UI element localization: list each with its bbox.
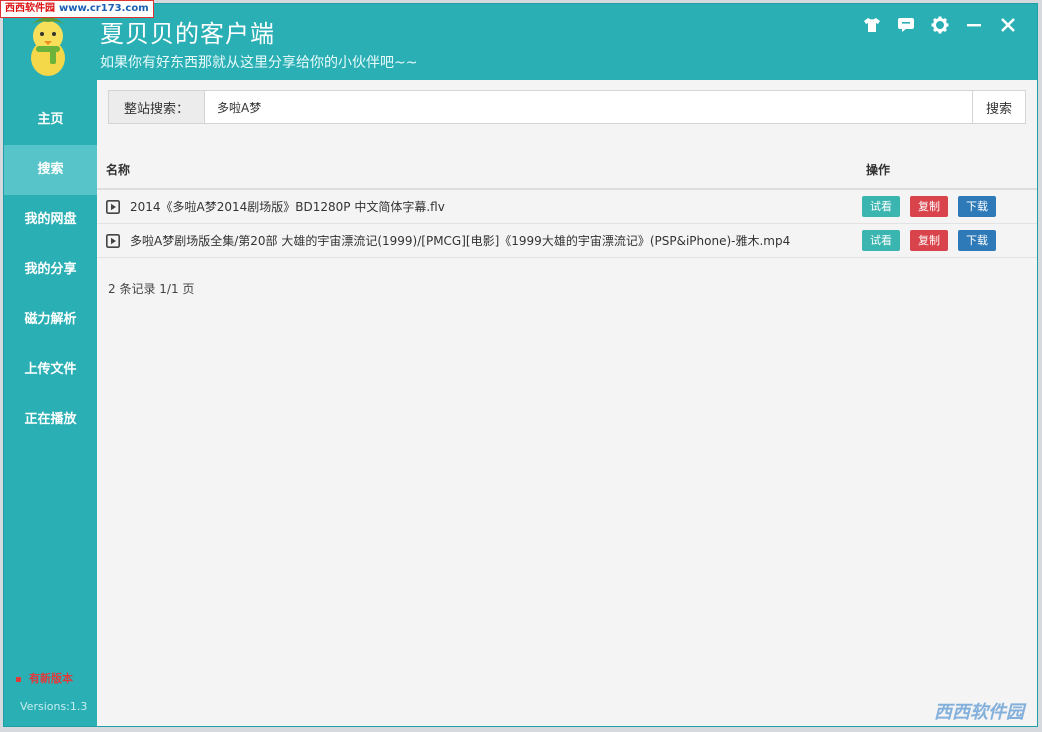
window-controls	[861, 14, 1019, 36]
new-version-label: 有新版本	[29, 672, 73, 685]
main-content: 整站搜索： 搜索 名称 操作 2014《多啦A梦2014剧场版》BD1280P …	[97, 80, 1037, 726]
sidebar-item-home[interactable]: 主页	[4, 95, 97, 145]
sidebar-item-now-playing[interactable]: 正在播放	[4, 395, 97, 445]
column-header-ops: 操作	[866, 162, 891, 177]
sidebar-item-upload[interactable]: 上传文件	[4, 345, 97, 395]
title-bar: 夏贝贝的客户端 如果你有好东西那就从这里分享给你的小伙伴吧~~	[4, 4, 1037, 80]
duck-logo-icon	[30, 17, 66, 76]
file-name: 多啦A梦剧场版全集/第20部 大雄的宇宙漂流记(1999)/[PMCG][电影]…	[130, 234, 791, 248]
copy-button[interactable]: 复制	[910, 230, 948, 251]
app-title: 夏贝贝的客户端	[100, 20, 275, 48]
play-icon	[106, 233, 120, 248]
play-icon	[106, 199, 120, 214]
feedback-icon[interactable]	[895, 14, 917, 36]
row-actions: 试看 复制 下载	[855, 196, 996, 217]
file-name-cell: 多啦A梦剧场版全集/第20部 大雄的宇宙漂流记(1999)/[PMCG][电影]…	[97, 232, 855, 249]
search-bar: 整站搜索： 搜索	[108, 90, 1026, 124]
sidebar-item-my-share[interactable]: 我的分享	[4, 245, 97, 295]
sidebar-item-search[interactable]: 搜索	[4, 145, 97, 195]
version-label: Versions:1.3	[20, 700, 88, 713]
search-input[interactable]	[205, 91, 972, 123]
row-actions: 试看 复制 下载	[855, 230, 996, 251]
new-version-link[interactable]: 有新版本	[16, 670, 73, 686]
tshirt-icon[interactable]	[861, 14, 883, 36]
sidebar: 主页 搜索 我的网盘 我的分享 磁力解析 上传文件 正在播放 有新版本 Vers…	[4, 80, 97, 726]
column-header-name: 名称	[106, 162, 131, 177]
download-button[interactable]: 下载	[958, 196, 996, 217]
watermark-url: www.cr173.com	[59, 3, 149, 14]
app-window: 夏贝贝的客户端 如果你有好东西那就从这里分享给你的小伙伴吧~~ 主页 搜索 我的	[3, 3, 1038, 727]
preview-button[interactable]: 试看	[862, 196, 900, 217]
preview-button[interactable]: 试看	[862, 230, 900, 251]
table-row: 多啦A梦剧场版全集/第20部 大雄的宇宙漂流记(1999)/[PMCG][电影]…	[97, 224, 1037, 258]
watermark-top: 西西软件园 www.cr173.com	[0, 0, 154, 18]
sidebar-item-magnet-parse[interactable]: 磁力解析	[4, 295, 97, 345]
watermark-site-name: 西西软件园	[5, 3, 55, 14]
table-header: 名称 操作	[97, 150, 1037, 190]
pagination-info: 2 条记录 1/1 页	[108, 282, 195, 296]
copy-button[interactable]: 复制	[910, 196, 948, 217]
close-icon[interactable]	[997, 14, 1019, 36]
app-subtitle: 如果你有好东西那就从这里分享给你的小伙伴吧~~	[100, 55, 418, 71]
bullet-icon	[16, 676, 21, 682]
table-row: 2014《多啦A梦2014剧场版》BD1280P 中文简体字幕.flv 试看 复…	[97, 190, 1037, 224]
sidebar-item-my-disk[interactable]: 我的网盘	[4, 195, 97, 245]
file-name-cell: 2014《多啦A梦2014剧场版》BD1280P 中文简体字幕.flv	[97, 198, 855, 215]
sidebar-nav: 主页 搜索 我的网盘 我的分享 磁力解析 上传文件 正在播放	[4, 80, 97, 445]
file-name: 2014《多啦A梦2014剧场版》BD1280P 中文简体字幕.flv	[130, 200, 445, 214]
results-table: 名称 操作 2014《多啦A梦2014剧场版》BD1280P 中文简体字幕.fl…	[97, 150, 1037, 258]
search-label: 整站搜索：	[109, 91, 205, 123]
download-button[interactable]: 下载	[958, 230, 996, 251]
search-button[interactable]: 搜索	[972, 91, 1025, 123]
gear-icon[interactable]	[929, 14, 951, 36]
minimize-icon[interactable]	[963, 14, 985, 36]
